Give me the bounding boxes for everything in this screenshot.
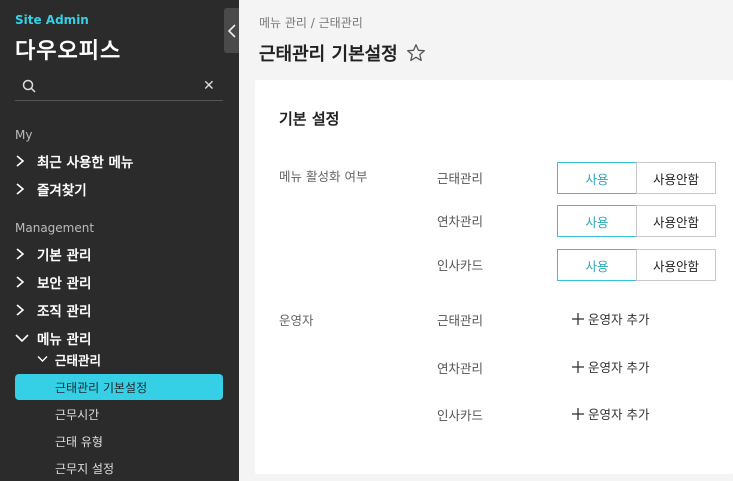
sidebar-leaf-attendance-settings[interactable]: 근태관리 기본설정 [15,374,223,400]
sidebar-item-security[interactable]: 보안 관리 [15,271,91,293]
add-operator-label: 운영자 추가 [588,312,650,327]
activation-row-name: 연차관리 [437,214,484,229]
activation-toggle: 사용 사용안함 [557,249,716,281]
sidebar-item-favorites[interactable]: 즐겨찾기 [15,178,87,200]
sidebar-subitem-label: 근태관리 [55,352,102,368]
sidebar-leaf-attendance-types[interactable]: 근태 유형 [15,428,223,454]
operator-row-name: 연차관리 [437,361,484,376]
chevron-left-icon [227,23,236,38]
use-option[interactable]: 사용 [557,205,637,237]
operator-row-name: 인사카드 [437,408,484,423]
add-operator-button[interactable]: 운영자 추가 [571,309,649,328]
sidebar-item-label: 조직 관리 [37,304,92,320]
sidebar-collapse-button[interactable] [224,8,239,53]
clear-icon[interactable]: ✕ [203,79,215,93]
sidebar-item-organization[interactable]: 조직 관리 [15,299,91,321]
plus-icon [572,407,584,420]
operator-row-name: 근태관리 [437,313,484,328]
add-operator-label: 운영자 추가 [588,360,650,375]
not-use-option[interactable]: 사용안함 [636,205,716,237]
section-label-my: My [15,128,33,142]
use-option[interactable]: 사용 [557,249,637,281]
page-title: 근태관리 기본설정 [259,44,398,65]
not-use-option[interactable]: 사용안함 [636,249,716,281]
sidebar: Site Admin 다우오피스 ✕ My 최근 사용한 메뉴 즐겨찾기 Man… [0,0,239,481]
activation-toggle: 사용 사용안함 [557,162,716,194]
breadcrumb: 메뉴 관리 / 근태관리 [259,16,363,30]
sidebar-item-menu[interactable]: 메뉴 관리 [15,327,91,349]
card-title: 기본 설정 [279,110,340,128]
sidebar-item-label: 기본 관리 [37,248,92,264]
chevron-right-icon [15,150,37,172]
chevron-down-icon [37,349,55,369]
page-title-row: 근태관리 기본설정 [259,40,426,66]
chevron-right-icon [15,299,37,321]
plus-icon [572,360,584,373]
sidebar-subitem-attendance[interactable]: 근태관리 [37,349,101,369]
sidebar-leaf-work-hours[interactable]: 근무시간 [15,401,223,427]
chevron-right-icon [15,178,37,200]
search-icon [22,79,36,93]
activation-row-name: 인사카드 [437,258,484,273]
add-operator-button[interactable]: 운영자 추가 [571,404,649,423]
operators-label: 운영자 [279,313,314,328]
chevron-right-icon [15,271,37,293]
sidebar-search: ✕ [15,74,223,101]
sidebar-item-label: 최근 사용한 메뉴 [37,155,134,171]
search-input[interactable] [43,76,203,98]
brand-title[interactable]: 다우오피스 [15,33,121,65]
chevron-right-icon [15,243,37,265]
activation-row-name: 근태관리 [437,171,484,186]
add-operator-button[interactable]: 운영자 추가 [571,357,649,376]
use-option[interactable]: 사용 [557,162,637,194]
sidebar-leaf-workplace-settings[interactable]: 근무지 설정 [15,455,223,481]
sidebar-item-label: 메뉴 관리 [37,332,92,348]
plus-icon [572,312,584,325]
star-icon[interactable] [406,43,426,63]
chevron-down-icon [15,327,37,349]
sidebar-item-label: 즐겨찾기 [37,183,87,199]
not-use-option[interactable]: 사용안함 [636,162,716,194]
section-label-management: Management [15,221,95,235]
add-operator-label: 운영자 추가 [588,407,650,422]
sidebar-item-label: 보안 관리 [37,276,92,292]
activation-toggle: 사용 사용안함 [557,205,716,237]
brand-subtitle: Site Admin [15,13,89,27]
settings-card: 기본 설정 메뉴 활성화 여부 근태관리 사용 사용안함 연차관리 사용 사용안… [255,80,733,474]
sidebar-item-recent[interactable]: 최근 사용한 메뉴 [15,150,133,172]
activation-label: 메뉴 활성화 여부 [279,169,368,184]
sidebar-item-basic[interactable]: 기본 관리 [15,243,91,265]
